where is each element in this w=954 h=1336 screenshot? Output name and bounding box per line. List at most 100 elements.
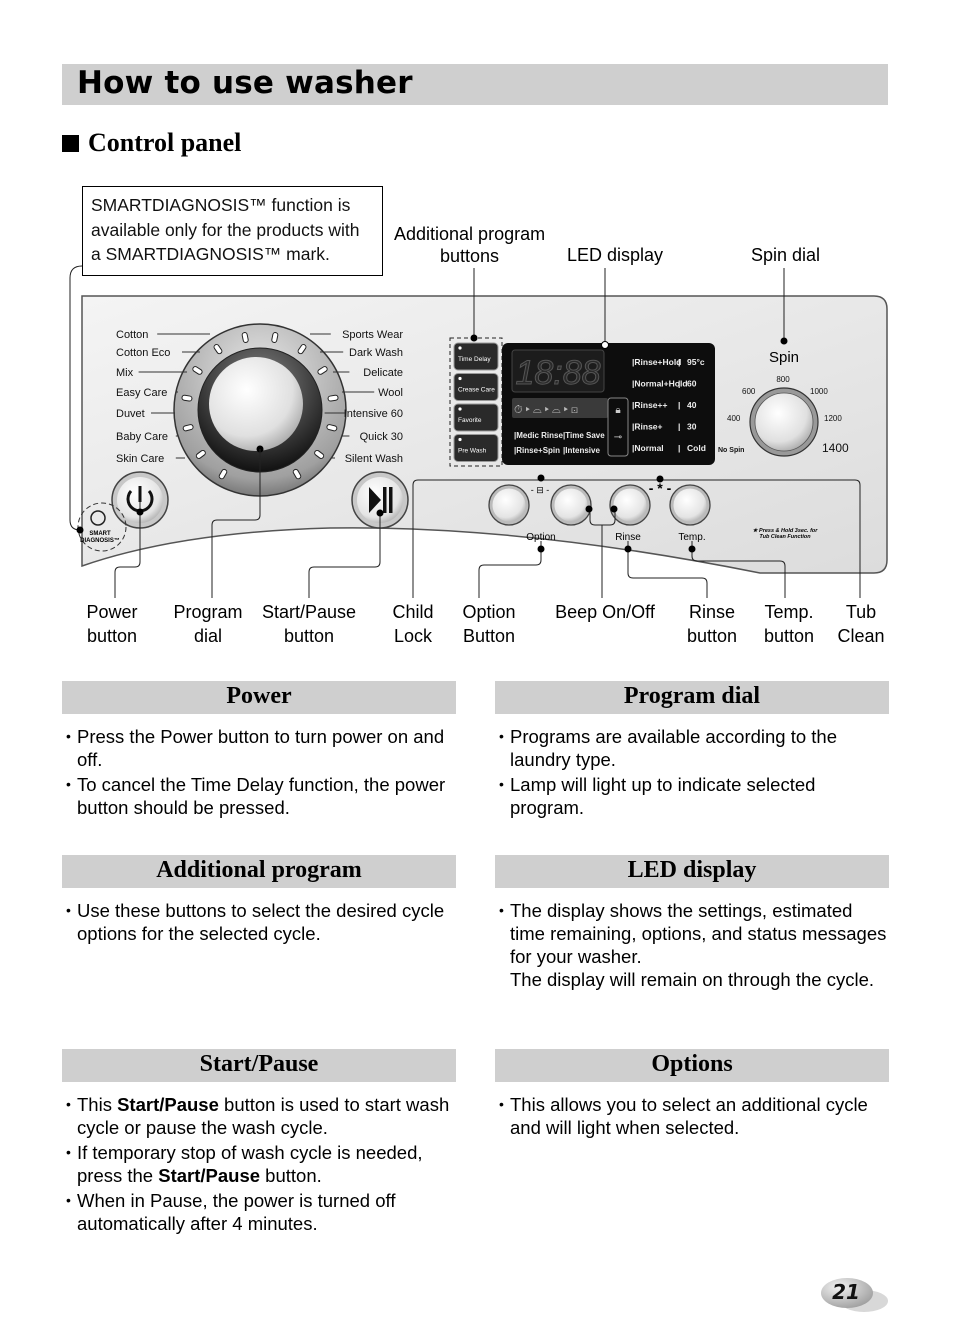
cycle-status-icons: ⏱ ▸ ⌓ ▸ ⌓ ▸ ⊡ [514, 404, 578, 416]
temp-divider: | [678, 379, 680, 389]
bullet-item: If temporary stop of wash cycle is neede… [62, 1141, 456, 1187]
bullet-item: To cancel the Time Delay function, the p… [62, 773, 456, 819]
control-panel-diagram: Cotton Cotton Eco Mix Easy Care Duvet Baby Ca… [69, 265, 888, 598]
program-label-left: Mix [116, 367, 134, 379]
rinse-level-label: |Rinse++ [632, 400, 667, 410]
program-label-left: Cotton [116, 329, 148, 341]
power-heading: Power [62, 681, 456, 714]
additional-program-button[interactable]: Pre Wash [453, 434, 499, 462]
child-lock-icon: 🔒︎ [615, 405, 620, 416]
additional-program-button[interactable]: Crease Care [453, 373, 499, 401]
program-label-right: Wool [378, 387, 403, 399]
led-option-label: |Time Save [563, 431, 605, 440]
led-display-heading: LED display [495, 855, 889, 888]
key-icon: ⊸ [614, 432, 622, 443]
callout-line: Option [462, 602, 516, 622]
svg-text:DIAGNOSIS™: DIAGNOSIS™ [80, 537, 120, 544]
spin-value-label: 1000 [810, 387, 828, 396]
program-lamp [327, 394, 339, 402]
rinse-level-label: |Normal [632, 443, 664, 453]
additional-program-button[interactable]: Time Delay [453, 342, 499, 371]
bottom-callout-label: Tub Clean [801, 600, 921, 648]
temp-divider: | [678, 400, 680, 410]
bullet-item: Use these buttons to select the desired … [62, 899, 456, 945]
bottom-callout-label: Option Button [429, 600, 549, 648]
callout-line: Tub [845, 602, 877, 622]
spin-value-label: 1400 [822, 441, 849, 455]
program-label-right: Silent Wash [345, 453, 403, 465]
bullet-item: This Start/Pause button is used to start… [62, 1093, 456, 1139]
program-label-right: Sports Wear [342, 329, 403, 341]
svg-text:★ Press & Hold 3sec. for: ★ Press & Hold 3sec. for [753, 527, 819, 534]
beep-child-lock-button[interactable] [550, 484, 592, 526]
callout-line: Start/Pause [261, 602, 357, 622]
bullet-item: When in Pause, the power is turned off a… [62, 1189, 456, 1235]
program-dial-body: Programs are available according to the … [495, 725, 889, 821]
program-label-left: Duvet [116, 408, 145, 420]
led-digits: 18:88 [515, 354, 600, 392]
callout-line: Button [462, 626, 516, 646]
additional-program-button-label: Crease Care [458, 387, 495, 394]
program-label-left: Cotton Eco [116, 347, 170, 359]
temp-button[interactable] [669, 484, 711, 526]
bullet-item: Lamp will light up to indicate selected … [495, 773, 889, 819]
program-lamp [181, 394, 193, 402]
option-button[interactable] [488, 484, 530, 526]
additional-program-button-label: Favorite [458, 417, 482, 424]
temperature-label: 40 [687, 400, 697, 410]
power-body: Press the Power button to turn power on … [62, 725, 456, 821]
rinse-level-label: |Rinse+ [632, 422, 663, 432]
led-option-label: |Intensive [563, 446, 600, 455]
spin-value-label: No Spin [718, 447, 744, 454]
rinse-button[interactable] [609, 484, 651, 526]
page-number: 21 [832, 1280, 860, 1304]
temperature-label: 30 [687, 422, 697, 432]
bottom-callout-label: Beep On/Off [545, 600, 665, 648]
additional-program-button-label: Pre Wash [458, 448, 487, 455]
start-pause-body: This Start/Pause button is used to start… [62, 1093, 456, 1237]
temperature-label: Cold [687, 443, 706, 453]
led-display-body: The display shows the settings, estimate… [495, 899, 889, 993]
additional-program-button[interactable]: Favorite [453, 403, 499, 432]
callout-line: Beep On/Off [555, 602, 655, 622]
options-body: This allows you to select an additional … [495, 1093, 889, 1141]
spin-value-label: 600 [742, 387, 756, 396]
page-number-badge: 21 [820, 1277, 890, 1313]
svg-text:Spin: Spin [769, 349, 799, 366]
spin-value-label: 400 [727, 414, 741, 423]
start-pause-heading: Start/Pause [62, 1049, 456, 1082]
program-label-right: Delicate [363, 367, 403, 379]
temp-divider: | [678, 443, 680, 453]
spin-value-label: 800 [776, 375, 790, 384]
bullet-item: Programs are available according to the … [495, 725, 889, 771]
led-option-label: |Rinse+Spin [514, 446, 560, 455]
bullet-item: Press the Power button to turn power on … [62, 725, 456, 771]
callout-line: button [283, 626, 335, 646]
bullet-item: This allows you to select an additional … [495, 1093, 889, 1139]
led-option-label: |Medic Rinse [514, 431, 563, 440]
program-label-right: Intensive 60 [344, 408, 403, 420]
program-dial-heading: Program dial [495, 681, 889, 714]
program-label-left: Skin Care [116, 453, 164, 465]
spin-value-label: 1200 [824, 414, 842, 423]
callout-line: Clean [837, 626, 885, 646]
bullet-item: The display shows the settings, estimate… [495, 899, 889, 991]
options-heading: Options [495, 1049, 889, 1082]
program-label-right: Quick 30 [360, 431, 403, 443]
temperature-label: 60 [687, 379, 697, 389]
temp-divider: | [678, 422, 680, 432]
callout-line [545, 624, 665, 648]
program-label-right: Dark Wash [349, 347, 403, 359]
svg-text:SMART: SMART [89, 531, 111, 537]
child-lock-mark: - ⊟ - [531, 485, 550, 495]
program-label-left: Easy Care [116, 387, 167, 399]
program-label-left: Baby Care [116, 431, 168, 443]
additional-program-button-label: Time Delay [458, 356, 491, 363]
svg-text:Tub Clean Function: Tub Clean Function [759, 534, 811, 540]
additional-program-heading: Additional program [62, 855, 456, 888]
rinse-level-label: |Rinse+Hold [632, 357, 681, 367]
additional-program-body: Use these buttons to select the desired … [62, 899, 456, 947]
temp-divider: | [678, 357, 680, 367]
bottom-callout-label: Start/Pause button [249, 600, 369, 648]
temperature-label: 95°c [687, 357, 705, 367]
